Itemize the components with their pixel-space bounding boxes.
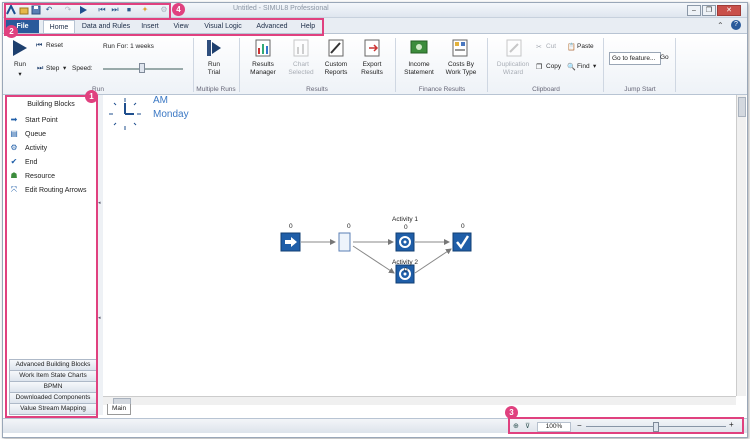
help-icon[interactable]: ? — [731, 20, 741, 30]
export-results-button[interactable]: Export Results — [355, 61, 389, 77]
horizontal-scrollbar[interactable] — [103, 396, 736, 405]
costs-by-work-type-icon[interactable] — [452, 39, 468, 59]
group-jump-start-label: Jump Start — [624, 86, 656, 93]
income-statement-icon[interactable] — [410, 39, 428, 57]
export-results-icon[interactable] — [364, 39, 380, 59]
custom-reports-icon[interactable] — [328, 39, 344, 59]
run-button-label[interactable]: Run — [11, 61, 29, 69]
highlight-ribbon-tabs — [4, 18, 324, 36]
collapse-left-icon[interactable]: ◂ — [98, 200, 101, 206]
restore-button[interactable]: ❐ — [702, 5, 716, 16]
activity-2-count: 0 — [404, 267, 408, 274]
vertical-scroll-thumb[interactable] — [738, 97, 746, 117]
results-manager-icon[interactable] — [255, 39, 271, 59]
group-finance-label: Finance Results — [418, 86, 466, 93]
group-results-label: Results — [306, 86, 328, 93]
results-manager-button[interactable]: Results Manager — [244, 61, 282, 77]
paste-button[interactable]: Paste — [577, 43, 594, 51]
copy-button[interactable]: Copy — [546, 63, 561, 71]
window-title: Untitled - SIMUL8 Professional — [233, 5, 329, 12]
callout-1: 1 — [85, 90, 98, 103]
group-multiple-runs-label: Multiple Runs — [196, 86, 236, 93]
run-big-icon[interactable] — [11, 39, 29, 59]
paste-icon: 📋 — [567, 44, 576, 51]
callout-2: 2 — [5, 25, 18, 38]
group-run-label: Run — [92, 86, 104, 93]
clock-time: AM — [153, 95, 168, 106]
separator — [675, 38, 676, 92]
separator — [487, 38, 488, 92]
copy-icon: ❐ — [536, 64, 543, 71]
clock-icon[interactable] — [108, 97, 142, 131]
app-window: ↶ ↷ ⏮ ⏭ ⏹ ✦ ⚙ Untitled - SIMUL8 Professi… — [2, 2, 748, 438]
minimize-ribbon-icon[interactable]: ⌃ — [717, 21, 727, 31]
step-dropdown-icon[interactable]: ▾ — [63, 65, 66, 73]
cut-icon: ✂ — [536, 44, 542, 51]
activity-1-label: Activity 1 — [392, 216, 419, 223]
queue-count: 0 — [347, 223, 351, 230]
chart-selected-icon[interactable] — [293, 39, 309, 59]
reset-button[interactable]: Reset — [46, 42, 63, 50]
reset-icon: ⏮ — [36, 42, 43, 49]
highlight-zoom-controls — [508, 417, 744, 434]
find-button[interactable]: Find — [577, 63, 590, 71]
end-count: 0 — [461, 223, 465, 230]
duplication-wizard-button[interactable]: Duplication Wizard — [494, 61, 532, 77]
speed-label: Speed: — [72, 65, 93, 72]
speed-slider-thumb[interactable] — [139, 63, 145, 73]
ribbon: Run ▾ ⏮ Reset ⏭ Step ▾ Speed: Run For: 1… — [3, 33, 747, 95]
activity-1-count: 0 — [404, 224, 408, 231]
callout-3: 3 — [505, 406, 518, 419]
find-icon: 🔍 — [567, 64, 576, 71]
end-node[interactable] — [452, 232, 472, 252]
start-point-node[interactable] — [280, 232, 301, 252]
separator — [603, 38, 604, 92]
route-arrow[interactable] — [414, 248, 452, 274]
separator — [395, 38, 396, 92]
minimize-button[interactable]: – — [687, 5, 701, 16]
run-trial-icon[interactable] — [206, 39, 222, 59]
separator — [193, 38, 194, 92]
process-map — [280, 232, 472, 284]
costs-by-work-type-button[interactable]: Costs By Work Type — [441, 61, 481, 77]
find-dropdown-icon[interactable]: ▾ — [593, 63, 596, 71]
highlight-building-blocks — [5, 95, 98, 418]
activity-1-node[interactable] — [395, 232, 415, 252]
chart-selected-button[interactable]: Chart Selected — [284, 61, 318, 77]
income-statement-button[interactable]: Income Statement — [401, 61, 437, 77]
cut-button[interactable]: Cut — [546, 43, 556, 51]
close-button[interactable]: ✕ — [717, 5, 741, 16]
run-for-label[interactable]: Run For: 1 weeks — [103, 43, 154, 51]
collapse-left-icon[interactable]: ◂ — [98, 315, 101, 321]
separator — [239, 38, 240, 92]
clock-day: Monday — [153, 109, 189, 120]
run-trial-button[interactable]: Run Trial — [199, 61, 229, 77]
queue-node[interactable] — [338, 232, 351, 252]
callout-4: 4 — [172, 3, 185, 16]
simulation-canvas[interactable]: AM Monday 0 0 Activity 1 0 Activity 2 0 … — [103, 95, 736, 395]
go-button[interactable]: Go — [660, 54, 669, 62]
duplication-wizard-icon[interactable] — [506, 39, 522, 59]
highlight-quick-access — [4, 3, 171, 20]
custom-reports-button[interactable]: Custom Reports — [319, 61, 353, 77]
sheet-tab-main[interactable]: Main — [107, 404, 132, 415]
vertical-scrollbar[interactable] — [736, 95, 746, 396]
start-count: 0 — [289, 223, 293, 230]
step-button[interactable]: Step — [46, 65, 59, 73]
activity-2-label: Activity 2 — [392, 259, 419, 266]
route-arrow[interactable] — [352, 245, 395, 274]
jump-to-feature-input[interactable]: Go to feature... — [609, 52, 661, 65]
step-small-icon: ⏭ — [37, 65, 44, 72]
group-clipboard-label: Clipboard — [532, 86, 560, 93]
run-dropdown-icon[interactable]: ▾ — [17, 71, 23, 79]
